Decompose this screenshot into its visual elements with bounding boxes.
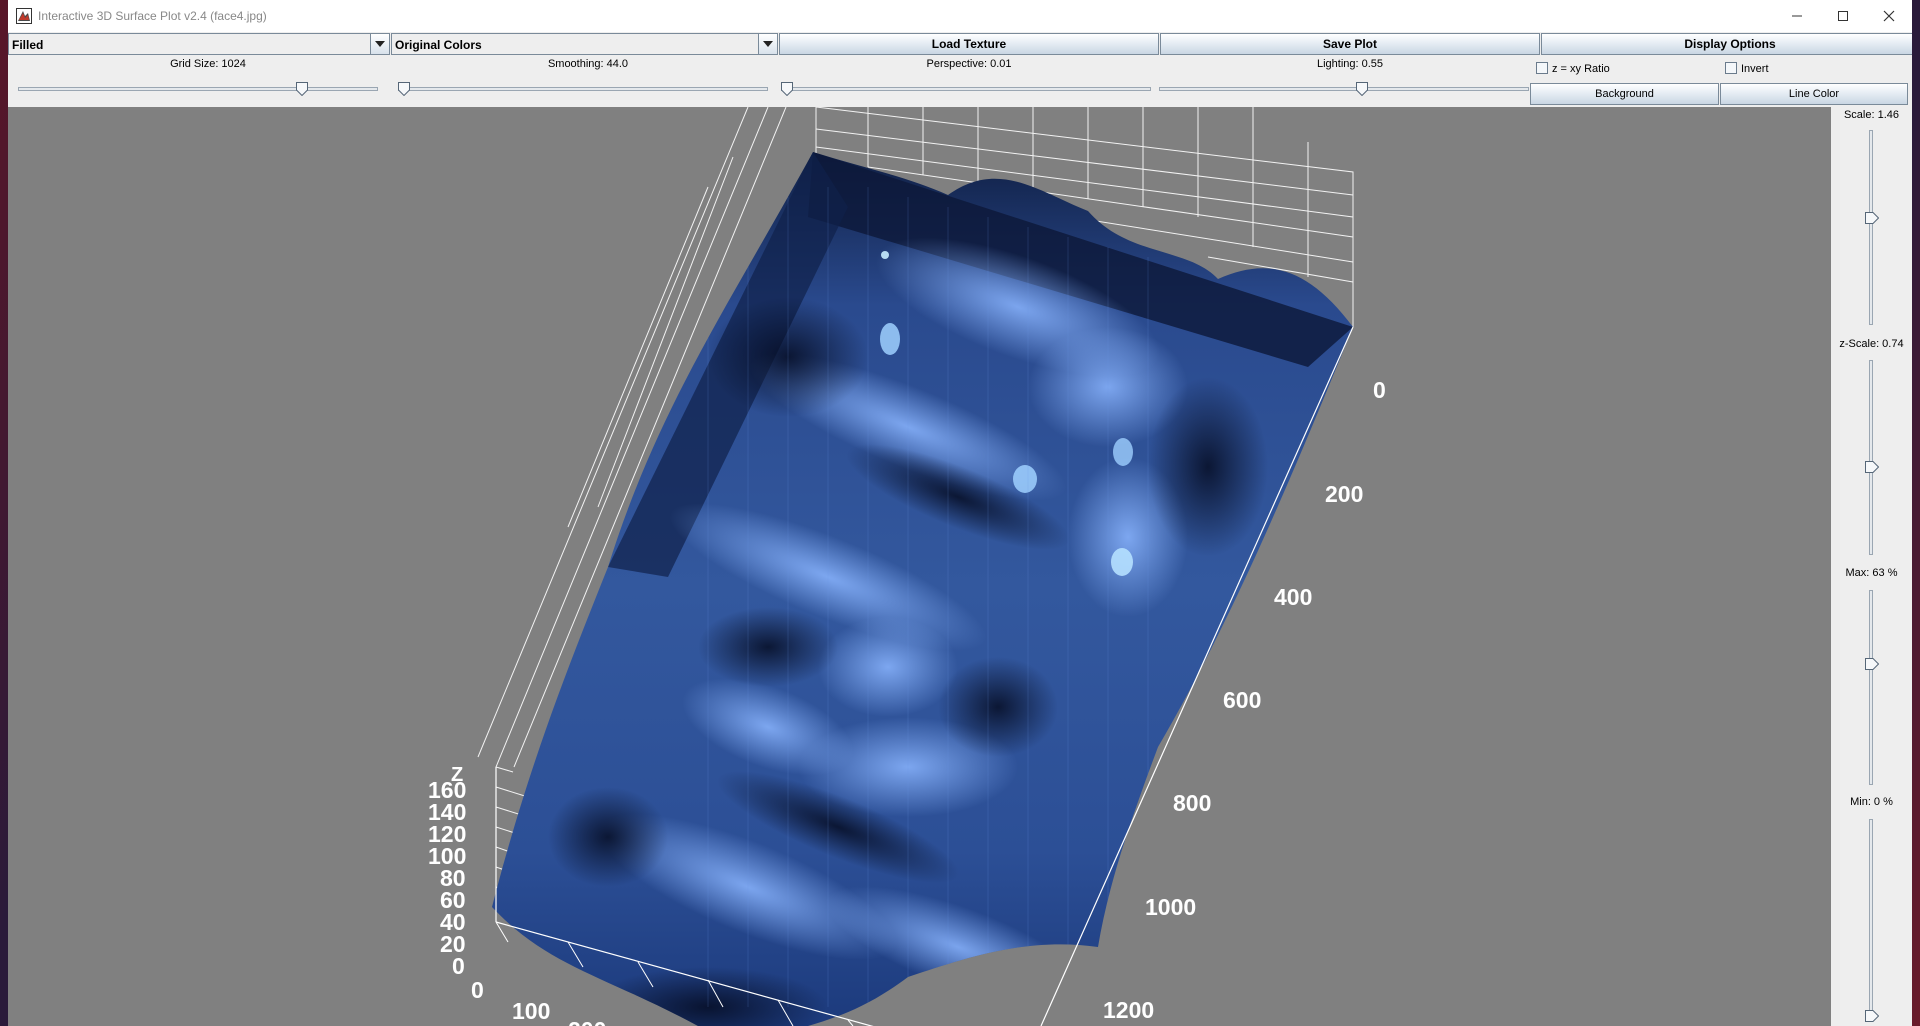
title-bar[interactable]: Interactive 3D Surface Plot v2.4 (face4.…: [8, 0, 1912, 32]
y-tick: 0: [1373, 377, 1386, 403]
z-scale-thumb[interactable]: [1865, 460, 1879, 473]
z-ratio-label: z = xy Ratio: [1552, 63, 1610, 75]
side-panel: Scale: 1.46 z-Scale: 0.74 Max: 63 % Min:…: [1831, 107, 1912, 1026]
invert-label: Invert: [1741, 63, 1769, 75]
y-tick: 400: [1274, 584, 1313, 610]
y-tick: 600: [1223, 687, 1262, 713]
surface-mesh: [492, 152, 1353, 1026]
color-mode-value: Original Colors: [395, 38, 482, 52]
app-icon: [16, 8, 32, 24]
grid-size-label: Grid Size: 1024: [170, 58, 246, 70]
close-icon: [1883, 10, 1895, 22]
max-label: Max: 63 %: [1845, 567, 1898, 579]
max-slider[interactable]: [1869, 590, 1873, 785]
grid-size-thumb[interactable]: [296, 82, 309, 96]
scale-slider[interactable]: [1869, 130, 1873, 325]
save-plot-button[interactable]: Save Plot: [1160, 33, 1540, 55]
y-tick: 1000: [1145, 894, 1197, 920]
z-scale-slider[interactable]: [1869, 360, 1873, 555]
close-button[interactable]: [1866, 0, 1912, 32]
z-ratio-checkbox[interactable]: [1536, 62, 1548, 74]
chevron-down-icon[interactable]: [370, 34, 389, 54]
minimize-button[interactable]: [1774, 0, 1820, 32]
surface-plot-window: Interactive 3D Surface Plot v2.4 (face4.…: [8, 0, 1912, 1026]
line-color-button[interactable]: Line Color: [1720, 83, 1908, 105]
x-tick: 100: [512, 998, 551, 1024]
lighting-label: Lighting: 0.55: [1316, 58, 1384, 70]
max-thumb[interactable]: [1865, 657, 1879, 670]
perspective-label: Perspective: 0.01: [926, 58, 1012, 70]
chevron-down-icon[interactable]: [758, 34, 777, 54]
load-texture-button[interactable]: Load Texture: [779, 33, 1159, 55]
x-tick: 0: [471, 977, 484, 1003]
perspective-thumb[interactable]: [781, 82, 793, 96]
smoothing-slider[interactable]: [398, 87, 768, 91]
z-tick: 0: [452, 953, 465, 979]
surface-plot: [477, 107, 1354, 1026]
lighting-thumb[interactable]: [1355, 82, 1368, 96]
y-tick: 800: [1173, 790, 1212, 816]
smoothing-thumb[interactable]: [398, 82, 410, 96]
min-thumb[interactable]: [1865, 1010, 1879, 1022]
plot-canvas[interactable]: Z 160 140 120 100 80 60 40 20 0 0 200 40…: [8, 107, 1831, 1026]
invert-checkbox[interactable]: [1725, 62, 1737, 74]
y-tick: 1200: [1103, 997, 1155, 1023]
plot-type-dropdown[interactable]: Filled: [8, 33, 390, 55]
window-title: Interactive 3D Surface Plot v2.4 (face4.…: [38, 9, 267, 23]
grid-size-slider[interactable]: [18, 87, 378, 91]
y-tick: 200: [1325, 481, 1364, 507]
perspective-slider[interactable]: [781, 87, 1151, 91]
maximize-button[interactable]: [1820, 0, 1866, 32]
scale-thumb[interactable]: [1865, 212, 1879, 225]
plot-type-value: Filled: [12, 38, 44, 52]
x-tick: 200: [568, 1017, 606, 1026]
lighting-slider[interactable]: [1159, 87, 1529, 91]
color-mode-dropdown[interactable]: Original Colors: [391, 33, 778, 55]
min-label: Min: 0 %: [1850, 796, 1893, 808]
min-slider[interactable]: [1869, 819, 1873, 1022]
maximize-icon: [1838, 11, 1848, 21]
minimize-icon: [1792, 15, 1802, 17]
scale-label: Scale: 1.46: [1843, 109, 1900, 121]
display-options-button[interactable]: Display Options: [1541, 33, 1912, 55]
z-scale-label: z-Scale: 0.74: [1839, 338, 1904, 350]
smoothing-label: Smoothing: 44.0: [547, 58, 629, 70]
background-button[interactable]: Background: [1530, 83, 1719, 105]
